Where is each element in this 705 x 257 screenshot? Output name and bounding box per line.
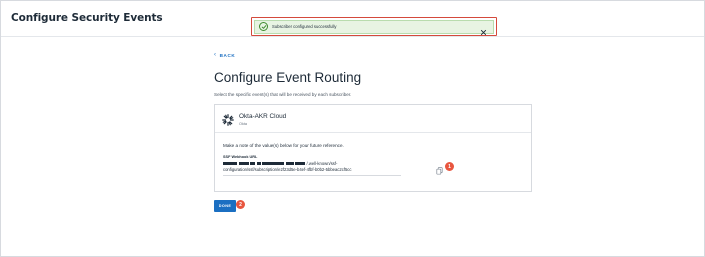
webhook-url-line-1: /.well-known/ssf- (223, 161, 337, 166)
redacted-text (238, 162, 249, 166)
main-heading: Configure Event Routing (214, 70, 362, 85)
redacted-text (295, 162, 305, 166)
okta-logo (222, 113, 234, 126)
page-title: Configure Security Events (11, 12, 163, 24)
done-button[interactable]: DONE (214, 200, 236, 212)
toast-message: Subscriber configured successfully (272, 24, 337, 29)
redacted-text (256, 162, 261, 166)
webhook-url-line-2: configuration/ssf/subscription/e2f23d5e-… (223, 167, 352, 172)
subscriber-card: Okta-AKR Cloud Okta Make a note of the v… (214, 104, 532, 192)
check-circle-icon (259, 22, 268, 31)
redacted-text (223, 162, 237, 166)
close-icon[interactable] (480, 23, 487, 36)
back-link[interactable]: ‹ BACK (214, 52, 235, 58)
success-toast: Subscriber configured successfully (254, 19, 494, 36)
back-label: BACK (219, 52, 236, 58)
webhook-url-visible-part: /.well-known/ssf- (306, 161, 338, 166)
step-marker-1: 1 (445, 162, 454, 171)
main-subtitle: Select the specific event(s) that will b… (214, 92, 352, 97)
subscriber-header: Okta-AKR Cloud Okta (215, 105, 531, 133)
app-window: Configure Security Events Subscriber con… (0, 0, 705, 257)
redacted-text (262, 162, 284, 166)
redacted-text (285, 162, 294, 166)
redacted-text (250, 162, 255, 166)
webhook-url-label: SSF Webhook URL (223, 155, 258, 159)
reference-note: Make a note of the value(s) below for yo… (223, 143, 344, 148)
subscriber-name: Okta-AKR Cloud (239, 113, 287, 120)
copy-icon[interactable] (436, 162, 443, 175)
field-divider (223, 175, 401, 176)
subscriber-type: Okta (239, 121, 248, 126)
chevron-left-icon: ‹ (214, 52, 217, 58)
step-marker-2: 2 (236, 200, 245, 209)
